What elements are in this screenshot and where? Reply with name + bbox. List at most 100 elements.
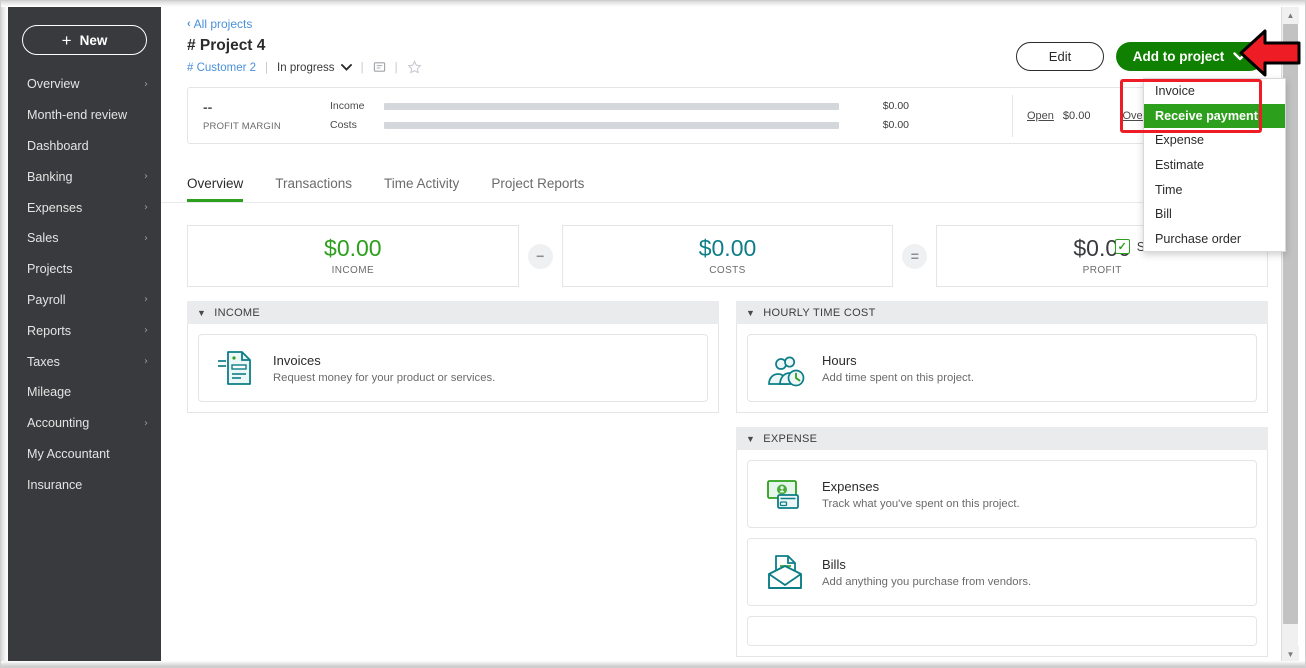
right-column: ▼ HOURLY TIME COST Hours Add time spent o…: [736, 301, 1268, 657]
profit-margin-block: -- PROFIT MARGIN: [188, 100, 330, 132]
income-section-title: INCOME: [214, 306, 261, 319]
income-section-header[interactable]: ▼ INCOME: [187, 301, 719, 324]
edit-button[interactable]: Edit: [1016, 42, 1104, 71]
open-link[interactable]: Open: [1027, 110, 1054, 122]
back-chevron-icon: ‹: [187, 18, 191, 30]
scroll-up-arrow[interactable]: ▲: [1282, 7, 1299, 24]
summary-bar-amount: $0.00: [882, 100, 909, 112]
sidebar-item-projects[interactable]: Projects: [8, 254, 161, 285]
sidebar-item-expenses[interactable]: Expenses ›: [8, 192, 161, 223]
menu-item-time[interactable]: Time: [1144, 177, 1285, 202]
option-card-title: Expenses: [822, 478, 880, 494]
kpi-label: INCOME: [331, 265, 375, 277]
open-amount: $0.00: [1062, 109, 1091, 122]
sidebar-item-payroll[interactable]: Payroll ›: [8, 285, 161, 316]
chevron-right-icon: ›: [144, 171, 148, 183]
menu-item-invoice[interactable]: Invoice: [1144, 79, 1285, 104]
kpi-value: $0.00: [698, 234, 757, 261]
hourly-time-cost-section-title: HOURLY TIME COST: [763, 306, 876, 319]
chevron-right-icon: ›: [144, 232, 148, 244]
add-to-project-button[interactable]: Add to project: [1116, 42, 1264, 71]
income-section: ▼ INCOME Invoices Request money for your …: [187, 301, 719, 413]
project-tabs: Overview Transactions Time Activity Project…: [187, 176, 1286, 202]
sidebar-item-accounting[interactable]: Accounting ›: [8, 408, 161, 439]
sidebar-item-month-end-review[interactable]: Month-end review: [8, 100, 161, 131]
menu-item-expense[interactable]: Expense: [1144, 128, 1285, 153]
sidebar-item-label: Dashboard: [27, 138, 89, 153]
section-columns: ▼ INCOME Invoices Request money for your …: [187, 301, 1268, 657]
caret-down-icon: ▼: [746, 433, 756, 444]
customer-link[interactable]: # Customer 2: [187, 62, 256, 74]
option-card-invoices[interactable]: Invoices Request money for your product o…: [198, 334, 708, 402]
chevron-right-icon: ›: [144, 356, 148, 368]
chevron-right-icon: ›: [144, 202, 148, 214]
tab-overview[interactable]: Overview: [187, 176, 244, 202]
sidebar-item-label: Month-end review: [27, 108, 128, 123]
breadcrumb-all-projects[interactable]: ‹ All projects: [187, 17, 1268, 31]
hourly-time-cost-section-header[interactable]: ▼ HOURLY TIME COST: [736, 301, 1268, 324]
summary-divider: [1012, 94, 1013, 137]
status-dropdown[interactable]: In progress: [277, 62, 352, 74]
chevron-down-icon: [1233, 49, 1247, 64]
sidebar-item-banking[interactable]: Banking ›: [8, 161, 161, 192]
star-icon[interactable]: [407, 60, 422, 75]
summary-bar-label: Income: [330, 100, 365, 112]
meta-separator-3: |: [394, 61, 398, 74]
option-card-bills[interactable]: Bills Add anything you purchase from vend…: [747, 538, 1257, 606]
menu-item-purchase-order[interactable]: Purchase order: [1144, 227, 1285, 252]
sidebar-item-taxes[interactable]: Taxes ›: [8, 346, 161, 377]
chevron-right-icon: ›: [144, 78, 148, 90]
kpi-label: PROFIT: [1082, 265, 1122, 277]
sidebar-item-label: Mileage: [27, 385, 72, 400]
note-icon[interactable]: [373, 61, 386, 74]
option-card-description: Request money for your product or servic…: [273, 371, 496, 384]
sidebar-item-label: Expenses: [27, 200, 83, 215]
project-summary-bar: -- PROFIT MARGIN Income $0.00 Costs $0.00 O…: [187, 87, 1268, 144]
expense-section-body: Expenses Track what you've spent on this …: [736, 450, 1268, 657]
tab-project-reports[interactable]: Project Reports: [491, 176, 584, 202]
option-card-expenses[interactable]: Expenses Track what you've spent on this …: [747, 460, 1257, 528]
tab-transactions[interactable]: Transactions: [275, 176, 352, 202]
sidebar-item-label: Sales: [27, 231, 59, 246]
new-button[interactable]: + New: [22, 25, 147, 55]
sidebar-item-reports[interactable]: Reports ›: [8, 315, 161, 346]
sidebar-item-insurance[interactable]: Insurance: [8, 469, 161, 500]
chevron-down-icon: [340, 62, 352, 74]
show-checkbox[interactable]: ✓: [1114, 239, 1130, 254]
money-card-icon: [762, 471, 808, 517]
sidebar-item-dashboard[interactable]: Dashboard: [8, 131, 161, 162]
quickbooks-window: + New Overview › Month-end review Dashboard…: [0, 0, 1306, 668]
summary-bar-label: Costs: [330, 119, 357, 131]
menu-item-bill[interactable]: Bill: [1144, 202, 1285, 227]
sidebar-item-label: Accounting: [27, 416, 90, 431]
left-column: ▼ INCOME Invoices Request money for your …: [187, 301, 719, 657]
caret-down-icon: ▼: [746, 307, 756, 318]
sidebar-item-my-accountant[interactable]: My Accountant: [8, 439, 161, 470]
summary-bar-row: Income $0.00: [330, 97, 1010, 116]
sidebar-item-sales[interactable]: Sales ›: [8, 223, 161, 254]
people-clock-icon: [762, 345, 808, 391]
sidebar-nav: Overview › Month-end review Dashboard Bankin…: [8, 69, 161, 500]
left-sidebar: + New Overview › Month-end review Dashboard…: [8, 7, 161, 663]
sidebar-item-label: Insurance: [27, 477, 83, 492]
option-card-title: Bills: [822, 556, 846, 572]
sidebar-item-label: Payroll: [27, 292, 66, 307]
tabs-divider: [161, 202, 1286, 203]
caret-down-icon: ▼: [197, 307, 207, 318]
kpi-operator-icon: =: [902, 243, 928, 269]
status-label: In progress: [277, 61, 335, 74]
tab-time-activity[interactable]: Time Activity: [384, 176, 459, 202]
sidebar-item-mileage[interactable]: Mileage: [8, 377, 161, 408]
menu-item-estimate[interactable]: Estimate: [1144, 153, 1285, 178]
option-card-description: Add time spent on this project.: [822, 371, 974, 384]
summary-bar-amount: $0.00: [882, 119, 909, 131]
option-card-partial[interactable]: [747, 616, 1257, 646]
add-to-project-menu: Invoice Receive payment Expense Estimate Tim…: [1143, 78, 1286, 253]
kpi-card-costs: $0.00 COSTS: [561, 225, 894, 287]
option-card-hours[interactable]: Hours Add time spent on this project.: [747, 334, 1257, 402]
expense-section-header[interactable]: ▼ EXPENSE: [736, 427, 1268, 450]
hourly-time-cost-section-body: Hours Add time spent on this project.: [736, 324, 1268, 413]
menu-item-receive-payment[interactable]: Receive payment: [1144, 103, 1285, 129]
sidebar-item-label: Projects: [27, 262, 73, 277]
sidebar-item-overview[interactable]: Overview ›: [8, 69, 161, 100]
